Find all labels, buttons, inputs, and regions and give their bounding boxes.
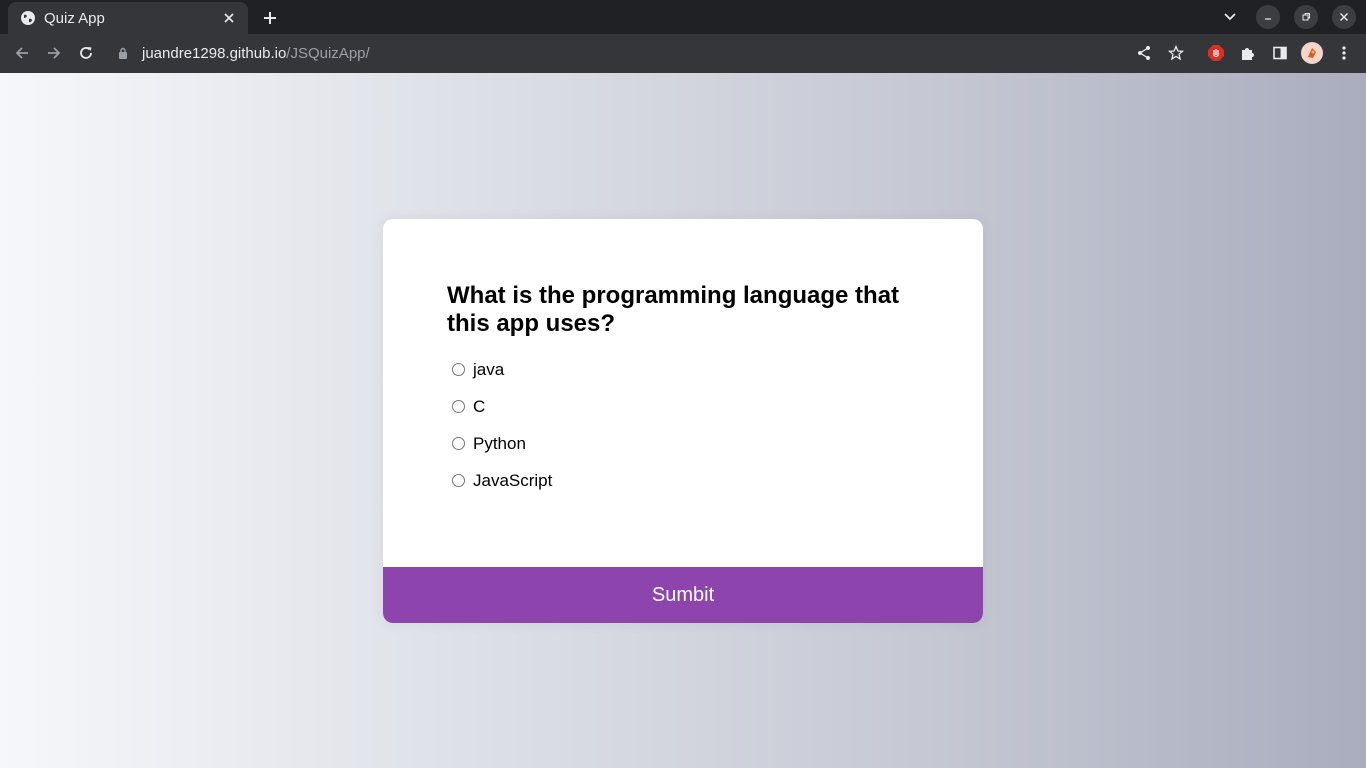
back-button[interactable] xyxy=(6,37,38,69)
window-controls xyxy=(1218,5,1356,29)
tab-search-chevron-icon[interactable] xyxy=(1218,5,1242,29)
browser-toolbar: juandre1298.github.io/JSQuizApp/ xyxy=(0,34,1366,73)
answer-list: java C Python JavaScript xyxy=(447,351,919,499)
restore-button[interactable] xyxy=(1294,5,1318,29)
extension-stop-icon[interactable] xyxy=(1200,37,1232,69)
tab-strip: Quiz App xyxy=(0,0,1366,34)
sidepanel-icon[interactable] xyxy=(1264,37,1296,69)
answer-item[interactable]: java xyxy=(447,351,919,388)
tab-title: Quiz App xyxy=(44,9,105,27)
star-icon[interactable] xyxy=(1160,37,1192,69)
answer-label[interactable]: Python xyxy=(473,434,526,454)
address-bar[interactable]: juandre1298.github.io/JSQuizApp/ xyxy=(106,37,1166,69)
reload-button[interactable] xyxy=(70,37,102,69)
answer-item[interactable]: JavaScript xyxy=(447,462,919,499)
minimize-button[interactable] xyxy=(1256,5,1280,29)
forward-button[interactable] xyxy=(38,37,70,69)
answer-label[interactable]: java xyxy=(473,360,504,380)
answer-radio[interactable] xyxy=(452,363,465,376)
answer-label[interactable]: JavaScript xyxy=(473,471,552,491)
answer-radio[interactable] xyxy=(452,437,465,450)
url-path: /JSQuizApp/ xyxy=(286,44,370,62)
toolbar-actions xyxy=(1128,37,1366,69)
answer-item[interactable]: C xyxy=(447,388,919,425)
answer-radio[interactable] xyxy=(452,400,465,413)
close-tab-icon[interactable] xyxy=(220,9,238,27)
answer-label[interactable]: C xyxy=(473,397,485,417)
tab-quiz-app[interactable]: Quiz App xyxy=(8,2,248,34)
answer-radio[interactable] xyxy=(452,474,465,487)
menu-icon[interactable] xyxy=(1328,37,1360,69)
quiz-card: What is the programming language that th… xyxy=(383,219,983,623)
puzzle-icon[interactable] xyxy=(1232,37,1264,69)
quiz-question: What is the programming language that th… xyxy=(447,282,900,337)
quiz-body: What is the programming language that th… xyxy=(383,219,983,567)
lock-icon[interactable] xyxy=(118,46,132,60)
answer-item[interactable]: Python xyxy=(447,425,919,462)
page-background: What is the programming language that th… xyxy=(0,73,1366,768)
globe-icon xyxy=(20,10,36,26)
close-window-button[interactable] xyxy=(1332,5,1356,29)
avatar xyxy=(1301,42,1323,64)
share-icon[interactable] xyxy=(1128,37,1160,69)
submit-button[interactable]: Sumbit xyxy=(383,567,983,623)
new-tab-button[interactable] xyxy=(259,7,281,29)
profile-avatar[interactable] xyxy=(1296,37,1328,69)
url-host: juandre1298.github.io xyxy=(142,44,287,62)
